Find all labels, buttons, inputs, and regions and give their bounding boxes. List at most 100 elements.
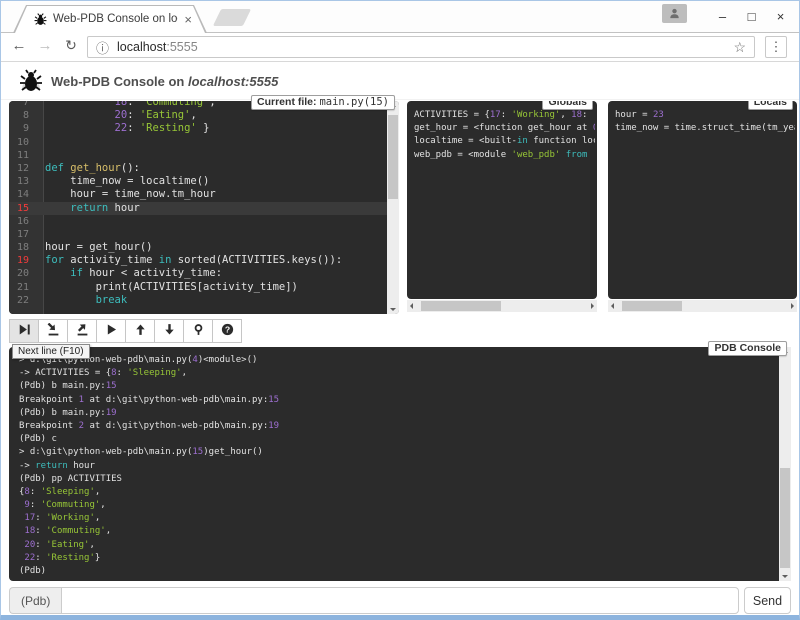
scrollbar-thumb[interactable]	[622, 301, 682, 311]
globals-label: Globals	[542, 101, 593, 110]
scroll-down-icon[interactable]	[782, 575, 788, 578]
line-number: 22	[9, 294, 37, 307]
send-button[interactable]: Send	[744, 587, 791, 614]
line-number: 11	[9, 149, 37, 162]
current-file-label: Current file: main.py(15)	[251, 95, 395, 110]
scroll-right-icon[interactable]	[791, 303, 794, 309]
source-code: 7 18: 'Commuting',8 20: 'Eating',9 22: '…	[9, 101, 387, 314]
output-line: hour = 23	[615, 109, 795, 122]
scrollbar-thumb[interactable]	[388, 115, 398, 199]
debug-toolbar: ?	[9, 319, 241, 343]
continue-button[interactable]	[96, 319, 126, 343]
globals-scrollbar[interactable]	[407, 300, 597, 312]
locals-panel: Locals hour = 23time_now = time.struct_t…	[608, 101, 797, 312]
tab-close-icon[interactable]: ×	[184, 13, 192, 26]
output-line: (Pdb) c	[19, 433, 775, 446]
reload-icon[interactable]: ↻	[61, 37, 81, 54]
current-position-button[interactable]	[183, 319, 213, 343]
pdb-console-label: PDB Console	[708, 341, 787, 356]
tab-title: Web-PDB Console on loc	[53, 13, 178, 25]
forward-icon[interactable]: →	[35, 37, 55, 54]
output-line: 22: 'Resting'}	[19, 552, 775, 565]
line-number: 20	[9, 267, 37, 280]
scroll-right-icon[interactable]	[591, 303, 594, 309]
page-info-icon[interactable]: ⓘ	[96, 38, 109, 57]
line-number: 7	[9, 101, 37, 109]
scroll-down-icon[interactable]	[390, 308, 396, 311]
locals-content: hour = 23time_now = time.struct_time(tm_…	[615, 109, 795, 295]
close-button[interactable]: ×	[766, 9, 795, 24]
minimize-button[interactable]: –	[708, 9, 737, 24]
line-number: 18	[9, 241, 37, 254]
output-line: (Pdb)	[19, 565, 775, 577]
output-line: ACTIVITIES = {17: 'Working', 18: 'Commut…	[414, 109, 595, 122]
address-bar[interactable]: ⓘ localhost :5555 ☆	[87, 36, 755, 58]
output-line: localtime = <built-in function localtime…	[414, 135, 595, 148]
code-line: 15 return hour	[9, 202, 387, 215]
output-line: time_now = time.struct_time(tm_year=2017…	[615, 122, 795, 135]
line-number: 17	[9, 228, 37, 241]
globals-content: ACTIVITIES = {17: 'Working', 18: 'Commut…	[414, 109, 595, 295]
output-line: > d:\git\python-web-pdb\main.py(4)<modul…	[19, 354, 775, 367]
line-number: 9	[9, 122, 37, 135]
down-button[interactable]	[154, 319, 184, 343]
down-icon	[163, 323, 176, 339]
next-line-icon	[18, 323, 31, 339]
output-line: 17: 'Working',	[19, 512, 775, 525]
bookmark-star-icon[interactable]: ☆	[733, 39, 746, 56]
code-line: 19for activity_time in sorted(ACTIVITIES…	[9, 254, 387, 267]
code-line: 16	[9, 215, 387, 228]
help-button[interactable]: ?	[212, 319, 242, 343]
line-number: 21	[9, 281, 37, 294]
code-line: 11	[9, 149, 387, 162]
scrollbar-thumb[interactable]	[780, 468, 790, 568]
code-scrollbar[interactable]	[387, 101, 399, 314]
browser-menu-icon[interactable]: ⋮	[765, 36, 787, 58]
output-line: {8: 'Sleeping',	[19, 486, 775, 499]
locals-scrollbar[interactable]	[608, 300, 797, 312]
up-button[interactable]	[125, 319, 155, 343]
code-line: 17	[9, 228, 387, 241]
current-file-panel: Current file: main.py(15) 7 18: 'Commuti…	[9, 101, 399, 314]
output-line: get_hour = <function get_hour at 0x0000	[414, 122, 595, 135]
line-number: 13	[9, 175, 37, 188]
maximize-button[interactable]: □	[737, 9, 766, 24]
output-line: 9: 'Commuting',	[19, 499, 775, 512]
browser-titlebar: Web-PDB Console on loc × – □ ×	[1, 1, 799, 33]
back-icon[interactable]: ←	[9, 37, 29, 54]
output-line: web_pdb = <module 'web_pdb' from 'd:\git…	[414, 149, 595, 162]
command-input-bar: (Pdb) Send	[9, 587, 791, 614]
current-position-icon	[192, 323, 205, 339]
breakpoint-line-number: 15	[9, 202, 37, 215]
up-icon	[134, 323, 147, 339]
output-line: (Pdb) pp ACTIVITIES	[19, 473, 775, 486]
scroll-left-icon[interactable]	[410, 303, 413, 309]
scroll-left-icon[interactable]	[611, 303, 614, 309]
page-title: Web-PDB Console on localhost:5555	[51, 74, 278, 89]
code-line: 12def get_hour():	[9, 162, 387, 175]
output-line: -> ACTIVITIES = {8: 'Sleeping',	[19, 367, 775, 380]
output-line: > d:\git\python-web-pdb\main.py(15)get_h…	[19, 446, 775, 459]
new-tab-button[interactable]	[213, 9, 251, 26]
code-line: 21 print(ACTIVITIES[activity_time])	[9, 281, 387, 294]
browser-navbar: ← → ↻ ⓘ localhost :5555 ☆ ⋮	[1, 33, 799, 62]
step-into-button[interactable]	[38, 319, 68, 343]
output-line: 20: 'Eating',	[19, 539, 775, 552]
breakpoint-line-number: 19	[9, 254, 37, 267]
browser-tab[interactable]: Web-PDB Console on loc ×	[13, 5, 207, 33]
next-line-button[interactable]	[9, 319, 39, 343]
code-line: 20 if hour < activity_time:	[9, 267, 387, 280]
page-header: Web-PDB Console on localhost:5555	[1, 62, 799, 100]
bug-logo-icon	[19, 69, 43, 93]
output-line: 18: 'Commuting',	[19, 525, 775, 538]
code-line: 18hour = get_hour()	[9, 241, 387, 254]
console-scrollbar[interactable]	[779, 347, 791, 581]
profile-icon[interactable]	[662, 4, 687, 23]
continue-icon	[105, 323, 118, 339]
step-out-button[interactable]	[67, 319, 97, 343]
line-number: 10	[9, 136, 37, 149]
locals-label: Locals	[748, 101, 793, 110]
pdb-command-input[interactable]	[61, 587, 739, 614]
scrollbar-thumb[interactable]	[421, 301, 501, 311]
window-controls: – □ ×	[708, 1, 795, 31]
